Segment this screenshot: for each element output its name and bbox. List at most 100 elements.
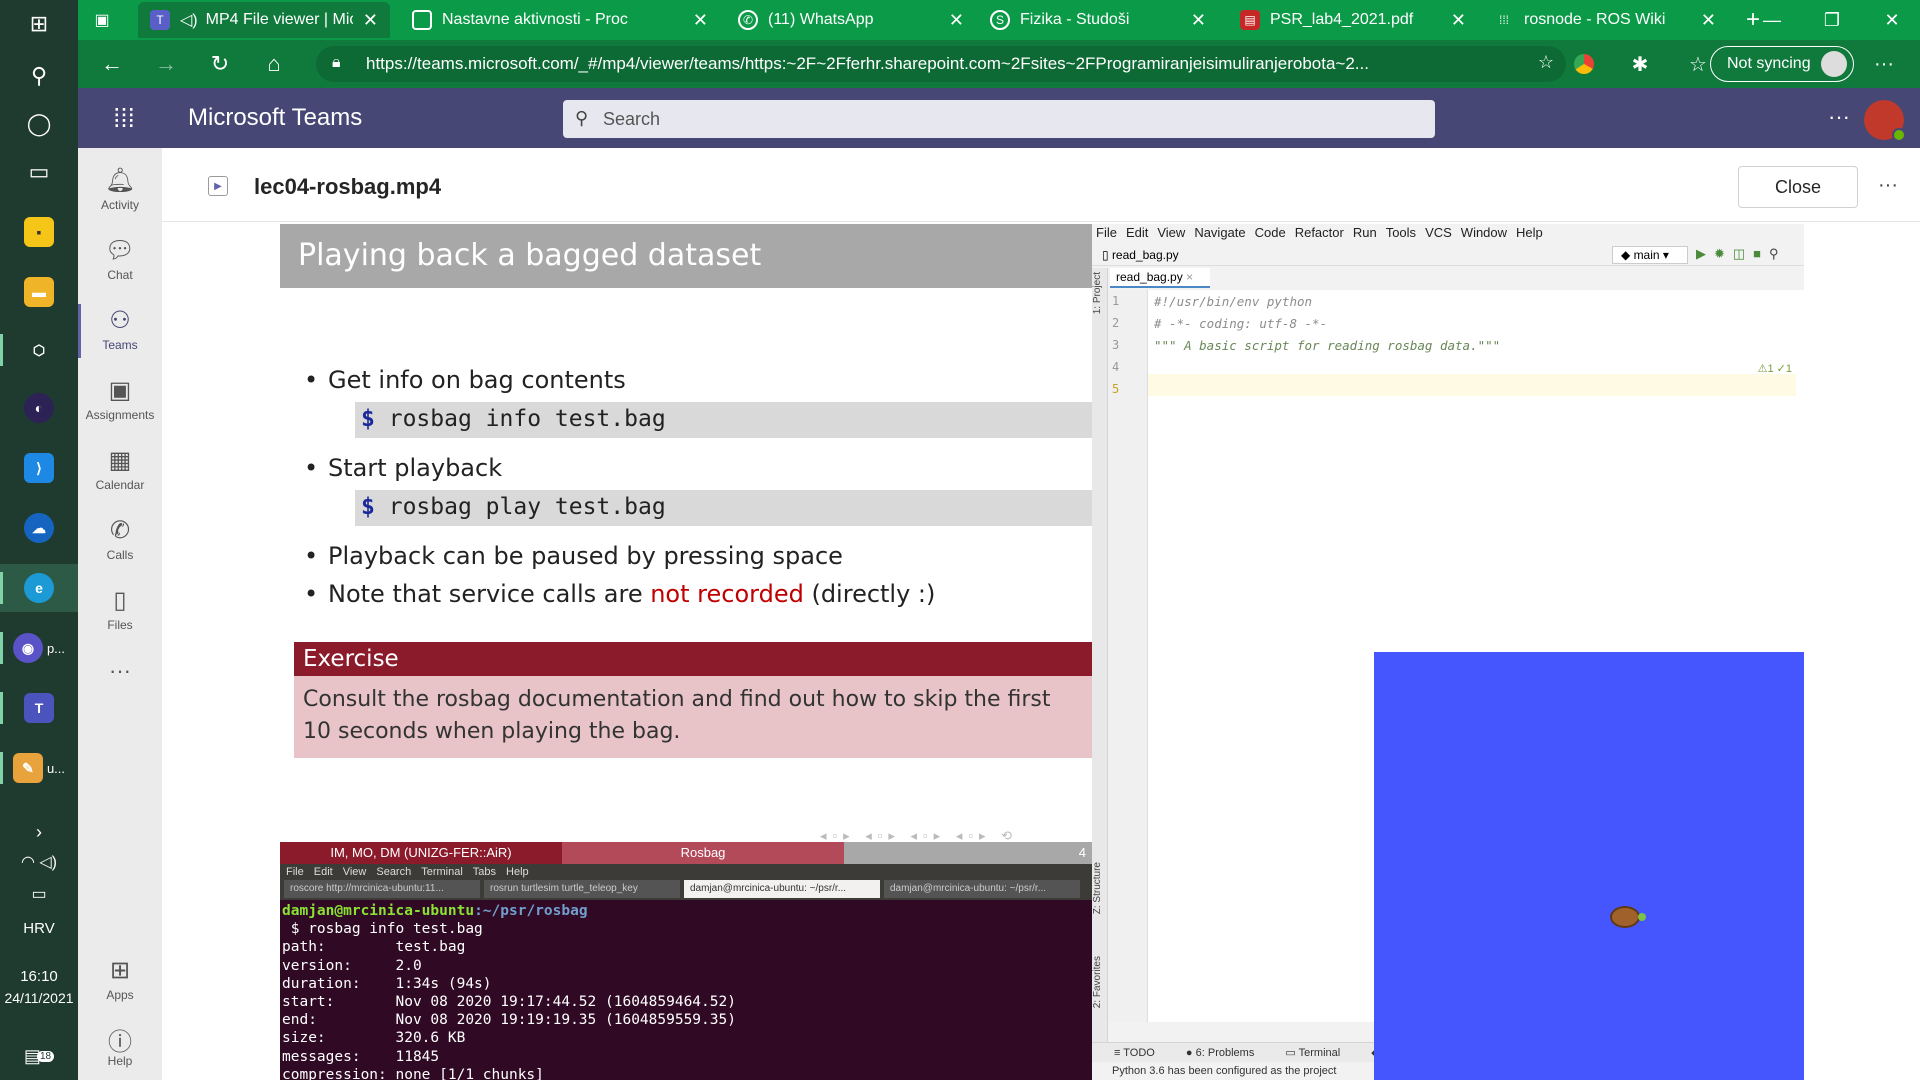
prompt-symbol: $	[361, 406, 375, 432]
refresh-icon[interactable]: ↻	[202, 48, 238, 80]
forward-icon[interactable]: →	[148, 48, 184, 80]
onedrive-icon[interactable]: ☁	[0, 504, 78, 552]
home-icon[interactable]: ⌂	[256, 48, 292, 80]
rail-label: Files	[107, 618, 133, 632]
3d-viewer-icon[interactable]: ⬡	[0, 326, 78, 374]
bullet-1: Get info on bag contents	[304, 366, 626, 394]
search-icon: ⚲	[575, 108, 589, 128]
terminal-menu-item: File	[286, 866, 304, 878]
speaker-icon[interactable]: ◁)	[180, 10, 198, 30]
cortana-icon[interactable]: ◯	[0, 100, 78, 148]
rail-label: Apps	[106, 988, 134, 1002]
notifications-icon[interactable]: ▤ 18	[0, 1032, 78, 1080]
rail-item-teams[interactable]: ⚇ Teams	[78, 298, 162, 364]
line-number: 4	[1112, 360, 1120, 374]
more-apps-icon[interactable]: ···	[78, 658, 162, 688]
add-favorite-icon[interactable]: ☆	[1538, 52, 1554, 73]
video-file-icon: ▶	[208, 176, 228, 196]
clock-date[interactable]: 24/11/2021	[0, 990, 78, 1006]
settings-more-icon[interactable]: ···	[1828, 104, 1850, 130]
footer-authors: IM, MO, DM (UNIZG-FER::AiR)	[280, 842, 562, 864]
profile-sync-button[interactable]: Not syncing	[1710, 46, 1854, 82]
search-icon[interactable]: ⚲	[0, 52, 78, 100]
restore-icon[interactable]: ❐	[1802, 0, 1862, 40]
file-explorer-icon[interactable]: ▬	[0, 268, 78, 316]
lecture-slide: Playing back a bagged dataset Get info o…	[280, 224, 1092, 864]
teams-taskbar-icon[interactable]: T	[0, 684, 78, 732]
rail-item-files[interactable]: ▯ Files	[78, 578, 162, 644]
project-tool-tab: 1: Project	[1092, 272, 1103, 315]
line-number: 2	[1112, 316, 1120, 330]
teams-header: ⁞⁞⁞ Microsoft Teams ⚲ Search ···	[78, 88, 1920, 148]
sticky-notes-icon[interactable]: ▪	[0, 208, 78, 256]
browser-menu-icon[interactable]: ···	[1868, 48, 1900, 80]
close-tab-icon[interactable]: ✕	[1191, 10, 1206, 31]
tab-title: MP4 File viewer | Mic	[205, 11, 353, 28]
problems-tab-label: 6: Problems	[1195, 1047, 1255, 1059]
taskbar-app-u[interactable]: ✎ u...	[0, 744, 78, 792]
close-button[interactable]: Close	[1738, 166, 1858, 208]
browser-tab-teams[interactable]: T ◁) MP4 File viewer | Mic ✕	[138, 2, 390, 38]
back-icon[interactable]: ←	[94, 48, 130, 80]
exercise-title: Exercise	[294, 642, 1092, 676]
app-launcher-icon[interactable]: ⁞⁞⁞	[108, 102, 140, 134]
code-line: """ A basic script for reading rosbag da…	[1154, 338, 1501, 353]
battery-icon[interactable]: ▭	[0, 870, 78, 918]
terminal-line: messages: 11845	[282, 1048, 440, 1065]
extension-chrome-icon[interactable]	[1568, 48, 1600, 80]
close-window-icon[interactable]: ✕	[1862, 0, 1920, 40]
minimize-icon[interactable]: —	[1742, 0, 1802, 40]
close-tab-icon[interactable]: ✕	[949, 10, 964, 31]
task-view-icon[interactable]: ▭	[0, 148, 78, 196]
close-tab-icon[interactable]: ✕	[363, 10, 378, 31]
user-avatar[interactable]	[1864, 100, 1906, 142]
rail-item-calls[interactable]: ✆ Calls	[78, 508, 162, 574]
rail-item-activity[interactable]: 🔔︎ Activity	[78, 158, 162, 224]
current-line-highlight	[1148, 374, 1796, 396]
close-editor-tab-icon: ×	[1186, 270, 1194, 284]
run-config-label: main	[1633, 248, 1660, 262]
terminal-tab: ▭ Terminal	[1285, 1047, 1341, 1059]
search-input[interactable]: ⚲ Search	[563, 100, 1435, 138]
windows-start-icon[interactable]: ⊞	[0, 0, 78, 48]
video-player[interactable]: Playing back a bagged dataset Get info o…	[280, 224, 1804, 1080]
rail-item-chat[interactable]: 💬︎ Chat	[78, 228, 162, 294]
rail-item-apps[interactable]: ⊞ Apps	[78, 948, 162, 1014]
teams-favicon-icon: T	[150, 10, 170, 30]
more-options-icon[interactable]: ···	[1878, 174, 1898, 197]
line-number: 3	[1112, 338, 1120, 352]
browser-tab-whatsapp[interactable]: ✆ (11) WhatsApp ✕	[726, 2, 976, 38]
python-file-icon: ▯	[1102, 248, 1112, 262]
ide-menu-item: Run	[1352, 225, 1377, 240]
rail-item-calendar[interactable]: ▦ Calendar	[78, 438, 162, 504]
rail-item-help[interactable]: ⓘ Help	[78, 1014, 162, 1080]
tab-actions-icon[interactable]: ▣	[78, 2, 126, 38]
close-tab-icon[interactable]: ✕	[693, 10, 708, 31]
vscode-icon[interactable]: ⟩	[0, 444, 78, 492]
windows-taskbar: ⊞ ⚲ ◯ ▭ ▪ ▬ ⬡ ◐ ⟩ ☁ e ◉ p... T ✎ u... › ◠ …	[0, 0, 78, 1080]
file-viewer-header: ▶ lec04-rosbag.mp4 Close ···	[162, 148, 1920, 222]
browser-tab-pdf[interactable]: ▤ PSR_lab4_2021.pdf ✕	[1228, 2, 1478, 38]
rail-item-assignments[interactable]: ▣ Assignments	[78, 368, 162, 434]
file-icon: ▯	[113, 587, 127, 614]
language-indicator[interactable]: HRV	[0, 920, 78, 937]
eclipse-icon[interactable]: ◐	[0, 384, 78, 432]
browser-tab-rosnode[interactable]: ⁞⁞⁞ rosnode - ROS Wiki ✕	[1482, 2, 1728, 38]
browser-tab-nastavne[interactable]: Nastavne aktivnosti - Proc ✕	[400, 2, 720, 38]
terminal-line: compression: none [1/1 chunks]	[282, 1066, 544, 1080]
taskbar-app-u-label: u...	[46, 760, 66, 776]
rail-label: Calls	[106, 548, 134, 562]
extensions-icon[interactable]: ✱	[1624, 48, 1656, 80]
address-bar[interactable]: 🔒︎ https://teams.microsoft.com/_#/mp4/vi…	[316, 46, 1566, 82]
lock-icon[interactable]: 🔒︎	[332, 54, 341, 72]
rail-label: Teams	[102, 338, 138, 352]
browser-toolbar: ← → ↻ ⌂ 🔒︎ https://teams.microsoft.com/_…	[78, 40, 1920, 88]
edge-icon[interactable]: e	[0, 564, 78, 612]
browser-tab-fizika[interactable]: S Fizika - Studoši ✕	[978, 2, 1218, 38]
close-tab-icon[interactable]: ✕	[1701, 10, 1716, 31]
close-tab-icon[interactable]: ✕	[1451, 10, 1466, 31]
clock-time[interactable]: 16:10	[0, 968, 78, 985]
taskbar-app-p[interactable]: ◉ p...	[0, 624, 78, 672]
rail-label: Activity	[100, 198, 139, 212]
ide-menu-item: Tools	[1385, 225, 1417, 240]
